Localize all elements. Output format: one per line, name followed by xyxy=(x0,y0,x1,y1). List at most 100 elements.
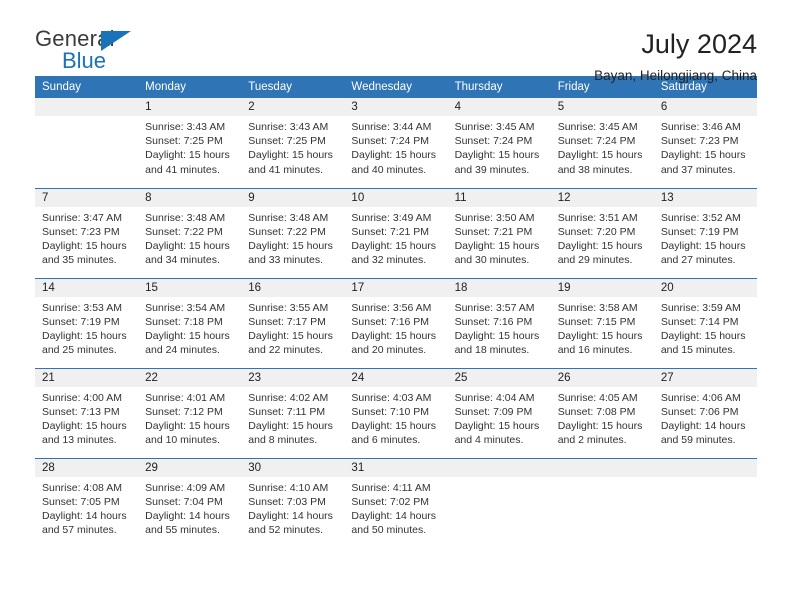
calendar-day-cell[interactable]: 15 Sunrise: 3:54 AM Sunset: 7:18 PM Dayl… xyxy=(138,277,242,368)
sunrise-text: Sunrise: 3:59 AM xyxy=(660,301,741,314)
sunrise-text: Sunrise: 3:56 AM xyxy=(351,301,432,314)
calendar-day-cell[interactable]: 13 Sunrise: 3:52 AM Sunset: 7:19 PM Dayl… xyxy=(653,187,757,278)
daylight-text-line2: and 59 minutes. xyxy=(660,434,736,447)
day-details: Sunrise: 4:11 AM Sunset: 7:02 PM Dayligh… xyxy=(344,477,447,538)
calendar-day-cell[interactable]: 6 Sunrise: 3:46 AM Sunset: 7:23 PM Dayli… xyxy=(653,98,757,188)
sunset-text: Sunset: 7:24 PM xyxy=(454,135,533,148)
day-details: Sunrise: 3:43 AM Sunset: 7:25 PM Dayligh… xyxy=(241,116,344,177)
daylight-text-line1: Daylight: 14 hours xyxy=(145,509,230,522)
day-details: Sunrise: 4:01 AM Sunset: 7:12 PM Dayligh… xyxy=(138,387,241,448)
page-title: July 2024 xyxy=(641,29,757,59)
calendar-day-cell[interactable]: 30 Sunrise: 4:10 AM Sunset: 7:03 PM Dayl… xyxy=(241,457,345,548)
calendar-day-cell[interactable]: 11 Sunrise: 3:50 AM Sunset: 7:21 PM Dayl… xyxy=(447,187,551,278)
daylight-text-line2: and 29 minutes. xyxy=(557,254,633,267)
daylight-text-line1: Daylight: 15 hours xyxy=(454,329,540,342)
daylight-text-line1: Daylight: 15 hours xyxy=(248,329,333,342)
calendar-day-cell[interactable]: 24 Sunrise: 4:03 AM Sunset: 7:10 PM Dayl… xyxy=(344,367,448,458)
daylight-text-line2: and 24 minutes. xyxy=(145,344,220,357)
calendar-day-cell[interactable]: 4 Sunrise: 3:45 AM Sunset: 7:24 PM Dayli… xyxy=(447,98,551,188)
sunrise-text: Sunrise: 3:48 AM xyxy=(248,211,329,224)
sunrise-text: Sunrise: 4:05 AM xyxy=(557,391,638,404)
calendar-day-cell[interactable]: 25 Sunrise: 4:04 AM Sunset: 7:09 PM Dayl… xyxy=(447,367,551,458)
calendar-day-cell[interactable]: 12 Sunrise: 3:51 AM Sunset: 7:20 PM Dayl… xyxy=(550,187,654,278)
daylight-text-line1: Daylight: 15 hours xyxy=(351,149,437,162)
day-details: Sunrise: 3:59 AM Sunset: 7:14 PM Dayligh… xyxy=(654,297,757,358)
daylight-text-line2: and 15 minutes. xyxy=(660,344,736,357)
day-number: 20 xyxy=(653,278,757,297)
day-details: Sunrise: 3:51 AM Sunset: 7:20 PM Dayligh… xyxy=(551,207,654,268)
calendar-day-cell[interactable]: 26 Sunrise: 4:05 AM Sunset: 7:08 PM Dayl… xyxy=(550,367,654,458)
calendar-day-cell[interactable] xyxy=(35,98,139,188)
day-number: 22 xyxy=(138,368,242,387)
calendar-day-cell[interactable]: 1 Sunrise: 3:43 AM Sunset: 7:25 PM Dayli… xyxy=(138,98,242,188)
calendar-day-cell[interactable]: 8 Sunrise: 3:48 AM Sunset: 7:22 PM Dayli… xyxy=(138,187,242,278)
calendar-day-cell[interactable]: 16 Sunrise: 3:55 AM Sunset: 7:17 PM Dayl… xyxy=(241,277,345,368)
calendar-day-cell[interactable]: 23 Sunrise: 4:02 AM Sunset: 7:11 PM Dayl… xyxy=(241,367,345,458)
day-number: 8 xyxy=(138,188,242,207)
calendar-day-cell[interactable]: 5 Sunrise: 3:45 AM Sunset: 7:24 PM Dayli… xyxy=(550,98,654,188)
daylight-text-line2: and 20 minutes. xyxy=(351,344,427,357)
calendar-day-cell[interactable]: 22 Sunrise: 4:01 AM Sunset: 7:12 PM Dayl… xyxy=(138,367,242,458)
daylight-text-line2: and 37 minutes. xyxy=(660,163,736,176)
sunset-text: Sunset: 7:10 PM xyxy=(351,405,430,418)
logo-text-blue: Blue xyxy=(62,48,107,73)
day-number: 1 xyxy=(138,98,242,116)
calendar-day-cell[interactable]: 3 Sunrise: 3:44 AM Sunset: 7:24 PM Dayli… xyxy=(344,98,448,188)
calendar-day-cell[interactable]: 31 Sunrise: 4:11 AM Sunset: 7:02 PM Dayl… xyxy=(344,457,448,548)
day-details xyxy=(35,116,138,120)
calendar-day-cell[interactable]: 20 Sunrise: 3:59 AM Sunset: 7:14 PM Dayl… xyxy=(653,277,757,368)
day-details: Sunrise: 3:44 AM Sunset: 7:24 PM Dayligh… xyxy=(344,116,447,177)
day-number: 15 xyxy=(138,278,242,297)
calendar-day-cell[interactable] xyxy=(550,457,654,548)
sunrise-text: Sunrise: 4:08 AM xyxy=(42,481,122,494)
calendar-day-cell[interactable]: 29 Sunrise: 4:09 AM Sunset: 7:04 PM Dayl… xyxy=(138,457,242,548)
day-details: Sunrise: 4:08 AM Sunset: 7:05 PM Dayligh… xyxy=(35,477,138,538)
calendar-day-cell[interactable] xyxy=(653,457,757,548)
day-number: 2 xyxy=(241,98,345,116)
daylight-text-line2: and 35 minutes. xyxy=(42,254,117,267)
calendar-week-row: 7 Sunrise: 3:47 AM Sunset: 7:23 PM Dayli… xyxy=(35,187,757,278)
daylight-text-line1: Daylight: 15 hours xyxy=(557,149,643,162)
calendar-day-cell[interactable] xyxy=(447,457,551,548)
calendar-day-cell[interactable]: 21 Sunrise: 4:00 AM Sunset: 7:13 PM Dayl… xyxy=(35,367,139,458)
calendar-day-cell[interactable]: 7 Sunrise: 3:47 AM Sunset: 7:23 PM Dayli… xyxy=(35,187,139,278)
calendar-day-cell[interactable]: 14 Sunrise: 3:53 AM Sunset: 7:19 PM Dayl… xyxy=(35,277,139,368)
day-details: Sunrise: 3:57 AM Sunset: 7:16 PM Dayligh… xyxy=(448,297,551,358)
sunrise-text: Sunrise: 3:45 AM xyxy=(454,121,535,133)
day-number: 29 xyxy=(138,458,242,477)
calendar-week-row: 21 Sunrise: 4:00 AM Sunset: 7:13 PM Dayl… xyxy=(35,367,757,458)
day-number: 24 xyxy=(344,368,448,387)
calendar-day-cell[interactable]: 9 Sunrise: 3:48 AM Sunset: 7:22 PM Dayli… xyxy=(241,187,345,278)
calendar-day-cell[interactable]: 17 Sunrise: 3:56 AM Sunset: 7:16 PM Dayl… xyxy=(344,277,448,368)
sunrise-text: Sunrise: 3:50 AM xyxy=(454,211,535,224)
calendar-day-cell[interactable]: 18 Sunrise: 3:57 AM Sunset: 7:16 PM Dayl… xyxy=(447,277,551,368)
calendar-day-cell[interactable]: 28 Sunrise: 4:08 AM Sunset: 7:05 PM Dayl… xyxy=(35,457,139,548)
sunset-text: Sunset: 7:18 PM xyxy=(145,315,223,328)
daylight-text-line1: Daylight: 15 hours xyxy=(351,419,437,432)
sunrise-text: Sunrise: 3:54 AM xyxy=(145,301,226,314)
daylight-text-line1: Daylight: 15 hours xyxy=(454,239,540,252)
sunset-text: Sunset: 7:16 PM xyxy=(454,315,533,328)
sunset-text: Sunset: 7:06 PM xyxy=(660,405,739,418)
day-details: Sunrise: 3:45 AM Sunset: 7:24 PM Dayligh… xyxy=(551,116,654,177)
calendar-page: General Blue July 2024 Bayan, Heilongjia… xyxy=(0,0,792,612)
sunset-text: Sunset: 7:21 PM xyxy=(454,225,533,238)
sunset-text: Sunset: 7:21 PM xyxy=(351,225,430,238)
daylight-text-line2: and 8 minutes. xyxy=(248,434,318,447)
day-number: 25 xyxy=(447,368,551,387)
calendar-day-cell[interactable]: 2 Sunrise: 3:43 AM Sunset: 7:25 PM Dayli… xyxy=(241,98,345,188)
day-number: 10 xyxy=(344,188,448,207)
calendar-week-row: 1 Sunrise: 3:43 AM Sunset: 7:25 PM Dayli… xyxy=(35,98,757,188)
sunrise-text: Sunrise: 3:53 AM xyxy=(42,301,122,314)
daylight-text-line1: Daylight: 15 hours xyxy=(557,239,643,252)
daylight-text-line2: and 57 minutes. xyxy=(42,524,117,537)
daylight-text-line1: Daylight: 15 hours xyxy=(660,149,746,162)
day-details: Sunrise: 3:55 AM Sunset: 7:17 PM Dayligh… xyxy=(241,297,344,358)
sunset-text: Sunset: 7:24 PM xyxy=(557,135,636,148)
general-blue-logo[interactable]: General Blue xyxy=(35,26,175,76)
sunset-text: Sunset: 7:25 PM xyxy=(145,135,223,148)
calendar-day-cell[interactable]: 10 Sunrise: 3:49 AM Sunset: 7:21 PM Dayl… xyxy=(344,187,448,278)
calendar-day-cell[interactable]: 19 Sunrise: 3:58 AM Sunset: 7:15 PM Dayl… xyxy=(550,277,654,368)
calendar-day-cell[interactable]: 27 Sunrise: 4:06 AM Sunset: 7:06 PM Dayl… xyxy=(653,367,757,458)
sunrise-text: Sunrise: 3:47 AM xyxy=(42,211,122,224)
